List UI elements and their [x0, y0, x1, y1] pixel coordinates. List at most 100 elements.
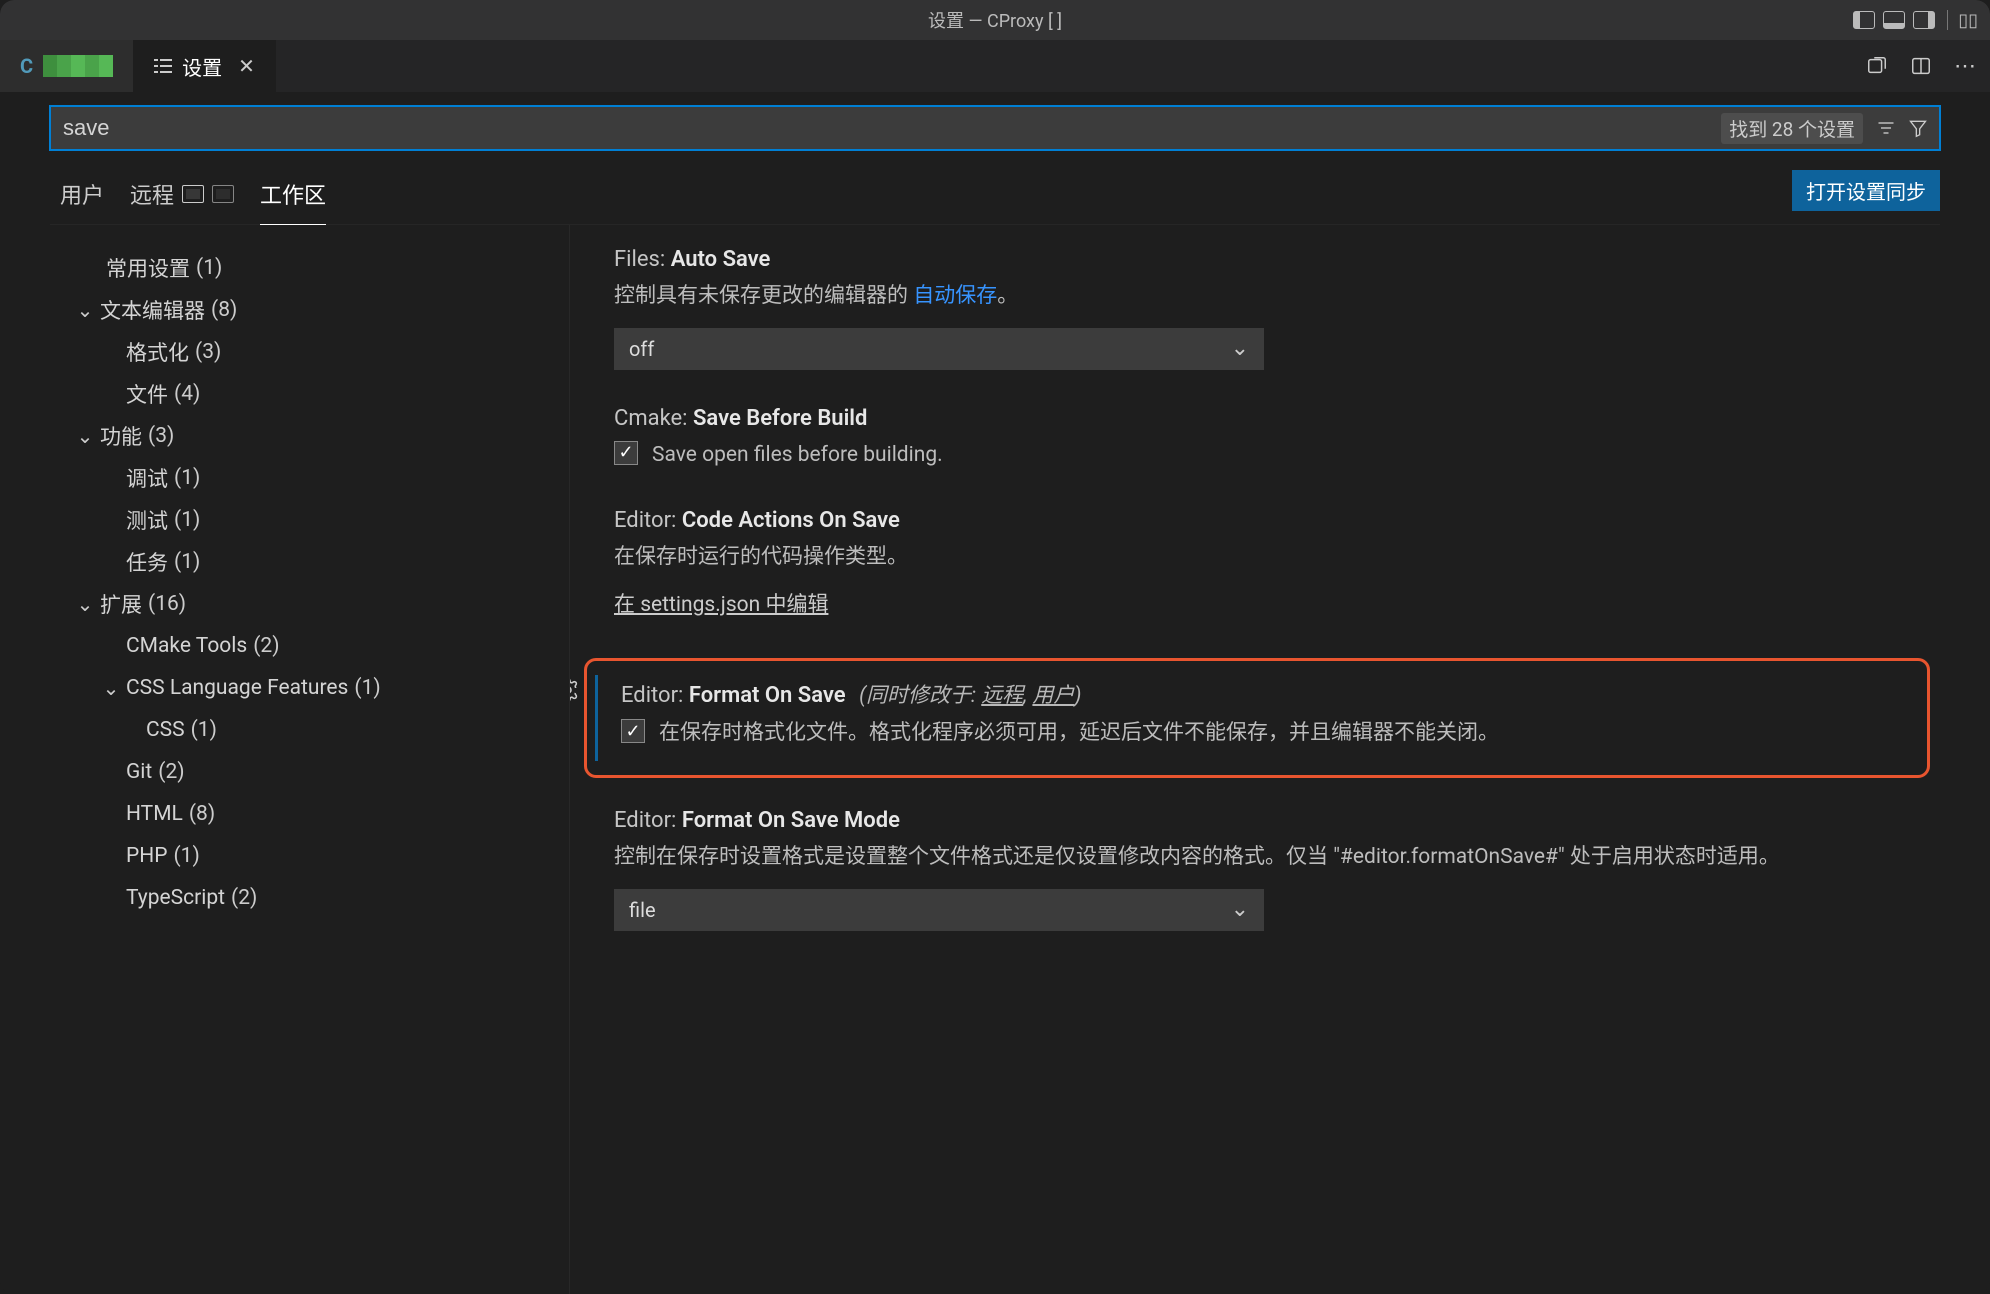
outline-item[interactable]: TypeScript (2) [50, 877, 569, 919]
editor-tabbar: C 设置 ✕ ⋯ [0, 40, 1990, 92]
outline-item[interactable]: 任务 (1) [50, 541, 569, 583]
setting-description: 在保存时运行的代码操作类型。 [614, 541, 1940, 575]
remote-icon [212, 185, 234, 203]
toggle-secondary-sidebar-icon[interactable] [1913, 11, 1935, 29]
highlighted-setting-box: Editor: Format On Save (同时修改于: 远程, 用户) 在… [584, 658, 1930, 778]
outline-item-label: 扩展 [100, 589, 142, 619]
outline-item-count: (1) [191, 718, 217, 742]
chevron-down-icon [1231, 336, 1249, 361]
outline-item[interactable]: 调试 (1) [50, 457, 569, 499]
outline-item-count: (1) [174, 550, 200, 574]
outline-item-count: (3) [195, 340, 221, 364]
setting-scope-label: Editor: [621, 683, 683, 708]
split-editor-icon[interactable] [1910, 55, 1932, 77]
setting-scope-label: Editor: [614, 508, 676, 533]
toggle-primary-sidebar-icon[interactable] [1853, 11, 1875, 29]
outline-item[interactable]: PHP (1) [50, 835, 569, 877]
outline-item[interactable]: CMake Tools (2) [50, 625, 569, 667]
scope-tab-user-label: 用户 [60, 178, 104, 210]
remote-icon [182, 185, 204, 203]
scope-tab-workspace-label: 工作区 [260, 178, 326, 210]
open-settings-json-icon[interactable] [1866, 55, 1888, 77]
clear-search-icon[interactable] [1907, 117, 1929, 139]
gear-icon[interactable] [570, 678, 580, 708]
settings-search-box[interactable]: 找到 28 个设置 [50, 106, 1940, 150]
outline-item-count: (8) [189, 802, 215, 826]
settings-content: Files: Auto Save 控制具有未保存更改的编辑器的 自动保存。 of… [570, 225, 1960, 1294]
setting-name: Code Actions On Save [682, 508, 900, 533]
setting-editor-code-actions-on-save: Editor: Code Actions On Save 在保存时运行的代码操作… [614, 508, 1940, 622]
separator [1947, 10, 1949, 30]
settings-search-input[interactable] [61, 115, 1721, 141]
save-before-build-checkbox[interactable] [614, 441, 638, 465]
tab-file-cproxy[interactable]: C [0, 40, 134, 92]
select-value: off [629, 337, 654, 361]
format-on-save-mode-select[interactable]: file [614, 889, 1264, 931]
settings-outline: 常用设置 (1)文本编辑器 (8)格式化 (3)文件 (4)功能 (3)调试 (… [50, 225, 570, 1294]
outline-item-label: Git [126, 760, 152, 784]
outline-item-label: CSS Language Features [126, 676, 348, 700]
settings-filter-icon[interactable] [1875, 117, 1897, 139]
setting-scope-label: Files: [614, 247, 665, 272]
outline-item-count: (2) [231, 886, 257, 910]
more-actions-icon[interactable]: ⋯ [1954, 55, 1976, 77]
setting-editor-format-on-save-mode: Editor: Format On Save Mode 控制在保存时设置格式是设… [614, 808, 1940, 931]
modified-remote-link[interactable]: 远程 [981, 684, 1023, 708]
outline-item[interactable]: CSS Language Features (1) [50, 667, 569, 709]
c-file-icon: C [20, 54, 33, 78]
checkbox-label: Save open files before building. [652, 439, 943, 473]
outline-item[interactable]: HTML (8) [50, 793, 569, 835]
tab-settings[interactable]: 设置 ✕ [134, 40, 276, 92]
setting-files-auto-save: Files: Auto Save 控制具有未保存更改的编辑器的 自动保存。 of… [614, 247, 1940, 370]
outline-item[interactable]: 文本编辑器 (8) [50, 289, 569, 331]
scope-tab-user[interactable]: 用户 [60, 178, 104, 224]
scope-tab-remote-label: 远程 [130, 178, 174, 210]
outline-item-label: HTML [126, 802, 183, 826]
window-title: 设置 — CProxy [ ] [928, 7, 1062, 33]
select-value: file [629, 898, 656, 922]
toggle-panel-icon[interactable] [1883, 11, 1905, 29]
outline-item-count: (2) [253, 634, 279, 658]
outline-item[interactable]: 扩展 (16) [50, 583, 569, 625]
outline-item[interactable]: Git (2) [50, 751, 569, 793]
outline-item-label: 调试 [126, 463, 168, 493]
outline-item-label: CSS [146, 718, 185, 742]
checkbox-label: 在保存时格式化文件。格式化程序必须可用，延迟后文件不能保存，并且编辑器不能关闭。 [659, 717, 1499, 751]
setting-scope-label: Cmake: [614, 406, 688, 431]
scope-tab-workspace[interactable]: 工作区 [260, 178, 326, 225]
outline-item[interactable]: 功能 (3) [50, 415, 569, 457]
auto-save-select[interactable]: off [614, 328, 1264, 370]
modified-user-link[interactable]: 用户 [1032, 684, 1074, 708]
outline-item-count: (1) [174, 466, 200, 490]
close-icon[interactable]: ✕ [238, 54, 255, 78]
outline-item[interactable]: CSS (1) [50, 709, 569, 751]
redacted-label [43, 55, 113, 77]
scope-tab-remote[interactable]: 远程 [130, 178, 234, 224]
setting-name: Auto Save [671, 247, 771, 272]
chevron-down-icon [76, 594, 94, 614]
outline-item-count: (4) [174, 382, 200, 406]
outline-item-label: 文本编辑器 [100, 295, 205, 325]
chevron-down-icon [102, 678, 120, 698]
outline-item-label: PHP [126, 844, 167, 868]
auto-save-link[interactable]: 自动保存 [913, 284, 997, 308]
outline-item-label: 文件 [126, 379, 168, 409]
outline-item-label: 任务 [126, 547, 168, 577]
edit-in-settings-json-link[interactable]: 在 settings.json 中编辑 [614, 593, 828, 617]
outline-item-label: TypeScript [126, 886, 225, 910]
outline-item-label: 格式化 [126, 337, 189, 367]
outline-item-label: 测试 [126, 505, 168, 535]
outline-item-label: CMake Tools [126, 634, 247, 658]
outline-item[interactable]: 常用设置 (1) [50, 247, 569, 289]
setting-name: Format On Save [689, 683, 846, 708]
format-on-save-checkbox[interactable] [621, 719, 645, 743]
open-settings-sync-button[interactable]: 打开设置同步 [1792, 170, 1940, 211]
modified-elsewhere-label: (同时修改于: 远程, 用户) [859, 684, 1081, 708]
customize-layout-icon[interactable]: ▯▯ [1958, 10, 1978, 31]
outline-item[interactable]: 文件 (4) [50, 373, 569, 415]
outline-item-count: (1) [196, 256, 222, 280]
setting-cmake-save-before-build: Cmake: Save Before Build Save open files… [614, 406, 1940, 473]
outline-item[interactable]: 测试 (1) [50, 499, 569, 541]
outline-item[interactable]: 格式化 (3) [50, 331, 569, 373]
outline-item-count: (16) [148, 592, 186, 616]
